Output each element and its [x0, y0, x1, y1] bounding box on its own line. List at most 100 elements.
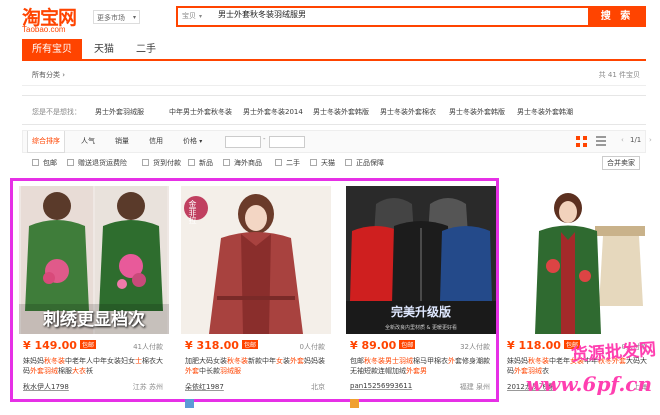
suggestion-link[interactable]: 男士冬装外套韩版	[313, 107, 369, 117]
title-text: 无袖	[350, 367, 364, 375]
grid-view-icon[interactable]	[576, 136, 588, 148]
next-page-button[interactable]: ›	[649, 136, 652, 144]
filter-free-shipping[interactable]: 包邮	[32, 158, 57, 168]
filter-second-hand[interactable]: 二手	[275, 158, 300, 168]
product-card[interactable]: 刺绣更显档次 ¥ 149.00 包邮 41人付款 妹妈妈秋冬装中老年人中年女装妇女…	[19, 186, 169, 412]
search-bar: 宝贝▾ 搜 索	[176, 6, 646, 27]
filter-cash-on-delivery[interactable]: 货到付款	[142, 158, 181, 168]
image-subcaption: 全新改良内里材质 & 更暖更好看	[384, 325, 458, 331]
suggestion-link[interactable]: 男士冬装外套韩潮	[517, 107, 573, 117]
filter-label: 天猫	[321, 159, 335, 167]
checkbox[interactable]	[142, 159, 149, 166]
checkbox[interactable]	[67, 159, 74, 166]
product-image[interactable]: 完美升级版 全新改良内里材质 & 更暖更好看	[346, 186, 496, 334]
product-image[interactable]: 刺绣更显档次	[19, 186, 169, 334]
tab-second-hand[interactable]: 二手	[128, 39, 164, 61]
paid-count: 32人付款	[460, 343, 490, 351]
sort-popularity[interactable]: 人气	[81, 131, 95, 152]
all-categories-link[interactable]: 所有分类 ›	[32, 70, 65, 80]
product-title[interactable]: 包邮秋冬装男士羽绒棉马甲棉衣外套修身潮款无袖短款连帽加绒外套男	[350, 356, 492, 378]
total-count: 共 41 件宝贝	[598, 71, 640, 79]
checkbox[interactable]	[345, 159, 352, 166]
sort-sales[interactable]: 销量	[115, 131, 129, 152]
checkbox[interactable]	[188, 159, 195, 166]
category-row: 所有分类 › 共 41 件宝贝	[22, 64, 646, 86]
title-text: 棉服	[58, 367, 72, 375]
keyword-highlight: 秋冬装男士羽绒	[364, 357, 413, 365]
suggestion-link[interactable]: 男士冬装外套棉衣	[380, 107, 436, 117]
suggestion-label: 您是不是想找：	[32, 108, 81, 116]
checkbox[interactable]	[310, 159, 317, 166]
price-max-input[interactable]	[269, 136, 305, 148]
checkbox[interactable]	[32, 159, 39, 166]
shop-location: 江苏 苏州	[132, 383, 163, 391]
watermark-url: www.6pf.cn	[525, 372, 652, 396]
suggestion-link[interactable]: 男士外套冬装2014	[243, 107, 303, 117]
more-markets-label: 更多市场	[97, 14, 125, 22]
keyword-highlight: 秋冬装	[227, 357, 248, 365]
title-text: 棉马甲棉衣	[413, 357, 448, 365]
product-title[interactable]: 加肥大码女装秋冬装新款中年女装外套妈妈装外套中长款羽绒服	[185, 356, 327, 378]
title-text: 短款	[364, 367, 378, 375]
filter-label: 二手	[286, 159, 300, 167]
checkbox[interactable]	[223, 159, 230, 166]
filter-overseas[interactable]: 海外商品	[223, 158, 262, 168]
keyword-highlight: 外套	[185, 367, 199, 375]
paid-count: 0人付款	[299, 343, 325, 351]
keyword-highlight: 大衣	[72, 367, 86, 375]
title-text: 中长款	[199, 367, 220, 375]
product-title[interactable]: 妹妈妈秋冬装中老年人中年女装妇女士棉衣大码外套羽绒棉服大衣袄	[23, 356, 165, 378]
tab-all-items[interactable]: 所有宝贝	[22, 39, 82, 61]
free-shipping-badge: 包邮	[79, 340, 96, 349]
suggestion-link[interactable]: 中年男士外套秋冬装	[169, 107, 232, 117]
title-text: 加肥大码女装	[185, 357, 227, 365]
keyword-highlight: 秋冬装	[44, 357, 65, 365]
filter-genuine[interactable]: 正品保障	[345, 158, 384, 168]
all-categories-label: 所有分类	[32, 71, 60, 79]
sort-default[interactable]: 综合排序	[27, 131, 65, 153]
product-image[interactable]	[503, 186, 653, 334]
suggestion-link[interactable]: 男士外套羽绒服	[95, 107, 144, 117]
keyword-highlight: 女	[276, 357, 283, 365]
sort-credit[interactable]: 信用	[149, 131, 163, 152]
tab-tmall[interactable]: 天猫	[86, 39, 122, 61]
product-card[interactable]: 金菲拉 ¥ 318.00 包邮 0人付款 加肥大码女装秋冬装新款中年女装外套妈妈装…	[181, 186, 331, 412]
title-text: 套	[455, 357, 462, 365]
page-indicator: 1/1	[630, 136, 642, 144]
filter-label: 新品	[199, 159, 213, 167]
sort-price-label: 价格	[183, 137, 197, 145]
sort-price[interactable]: 价格 ▾	[183, 131, 202, 152]
sort-bar: 综合排序 人气 销量 信用 价格 ▾ - ‹ 1/1 ›	[22, 130, 652, 153]
product-price: ¥ 89.00	[350, 339, 397, 352]
prev-page-button[interactable]: ‹	[621, 136, 624, 144]
service-badges	[350, 399, 361, 409]
brand-stamp: 金菲拉	[188, 200, 197, 224]
price-row: ¥ 149.00 包邮 41人付款	[23, 339, 169, 352]
filter-label: 包邮	[43, 159, 57, 167]
taobao-logo-en[interactable]: Taobao.com	[22, 25, 66, 34]
checkbox[interactable]	[275, 159, 282, 166]
product-card[interactable]: 完美升级版 全新改良内里材质 & 更暖更好看 ¥ 89.00 包邮 32人付款 包…	[346, 186, 496, 412]
product-image[interactable]: 金菲拉	[181, 186, 331, 334]
keyword-highlight: 羽绒服	[220, 367, 241, 375]
keyword-highlight: 外套	[406, 367, 420, 375]
filter-tmall[interactable]: 天猫	[310, 158, 335, 168]
filter-label: 赠送退货运费险	[78, 159, 127, 167]
suggestion-link[interactable]: 男士冬装外套韩版	[449, 107, 505, 117]
paid-count: 41人付款	[133, 343, 163, 351]
shop-name[interactable]: 朵依红1987	[185, 382, 224, 392]
merge-sellers-button[interactable]: 合并卖家	[602, 156, 640, 170]
shop-name[interactable]: 秋水伊人1798	[23, 382, 69, 392]
search-button[interactable]: 搜 索	[588, 6, 646, 27]
filter-return-insurance[interactable]: 赠送退货运费险	[67, 158, 127, 168]
price-min-input[interactable]	[225, 136, 261, 148]
shop-name[interactable]: pan15256993611	[350, 382, 412, 390]
suggestion-row: 您是不是想找： 男士外套羽绒服 中年男士外套秋冬装 男士外套冬装2014 男士冬…	[22, 95, 646, 125]
keyword-highlight: 男	[420, 367, 427, 375]
list-view-icon[interactable]	[596, 136, 606, 146]
search-category-select[interactable]: 宝贝 ▾	[182, 11, 202, 21]
search-input[interactable]	[218, 10, 558, 19]
more-markets-dropdown[interactable]: 更多市场 ▾	[93, 10, 140, 24]
service-icon	[185, 399, 194, 408]
filter-new[interactable]: 新品	[188, 158, 213, 168]
